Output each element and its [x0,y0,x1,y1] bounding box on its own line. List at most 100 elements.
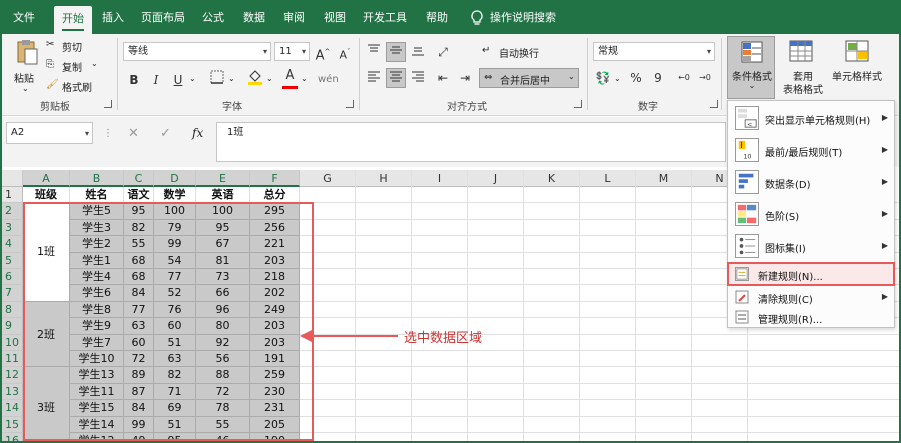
header-cell[interactable]: 班级 [23,187,70,204]
font-color-button[interactable]: A [280,66,300,86]
row-header-6[interactable]: 6 [2,269,23,286]
tab-data[interactable]: 数据 [237,2,271,34]
menu-item-top-bottom-rules[interactable]: 10 最前/最后规则(T) ▶ [728,135,894,165]
tab-view[interactable]: 视图 [318,2,352,34]
tell-me-search[interactable]: 操作说明搜索 [490,2,560,34]
column-header-I[interactable]: I [412,170,468,187]
shrink-font-button[interactable]: Aˇ [335,42,355,62]
column-header-E[interactable]: E [196,170,250,187]
menu-item-icon-sets[interactable]: 图标集(I) ▶ [728,231,894,261]
grow-font-button[interactable]: A^ [313,42,333,63]
clipboard-launcher-icon[interactable] [104,100,112,108]
column-header-C[interactable]: C [124,170,154,187]
cell-styles-icon[interactable] [845,40,869,62]
orientation-icon[interactable]: ⤢ [433,42,453,62]
row-header-4[interactable]: 4 [2,236,23,253]
tab-page-layout[interactable]: 页面布局 [136,2,190,34]
decrease-indent-icon[interactable]: ⇤ [433,68,453,88]
format-as-table-label-2[interactable]: 表格格式 [783,81,823,96]
enter-icon[interactable]: ✓ [160,126,171,141]
number-format-select[interactable]: 常规 ▾ [593,42,715,61]
wrap-text-button[interactable]: 自动换行 [499,45,539,60]
row-header-3[interactable]: 3 [2,219,23,237]
align-bottom-icon[interactable] [408,42,428,62]
header-cell[interactable]: 英语 [196,187,250,204]
row-header-1[interactable]: 1 [2,187,23,204]
comma-style-button[interactable]: 9 [648,68,668,88]
header-cell[interactable]: 姓名 [70,187,124,204]
tab-formulas[interactable]: 公式 [196,2,230,34]
column-header-D[interactable]: D [154,170,196,187]
row-header-2[interactable]: 2 [2,203,23,220]
header-cell[interactable]: 数学 [154,187,196,204]
align-middle-icon[interactable] [386,42,406,62]
align-left-icon[interactable] [364,68,384,88]
phonetic-icon[interactable]: wén [318,74,339,85]
name-box[interactable]: A2 ▾ [6,122,93,144]
format-painter-button[interactable]: 格式刷 [62,79,92,94]
percent-button[interactable]: % [626,68,646,88]
paste-dropdown-icon[interactable]: ⌄ [22,84,29,93]
row-header-8[interactable]: 8 [2,301,23,319]
tab-file[interactable]: 文件 [4,2,44,34]
align-right-icon[interactable] [408,68,428,88]
row-header-15[interactable]: 15 [2,416,23,433]
align-top-icon[interactable] [364,42,384,62]
menu-item-color-scales[interactable]: 色阶(S) ▶ [728,199,894,229]
font-launcher-icon[interactable] [346,100,354,108]
menu-item-data-bars[interactable]: 数据条(D) ▶ [728,167,894,197]
paste-button[interactable]: 粘贴 [14,70,34,85]
tab-help[interactable]: 帮助 [420,2,454,34]
row-header-13[interactable]: 13 [2,383,23,401]
font-color-dropdown-icon[interactable]: ⌄ [301,74,308,83]
column-header-H[interactable]: H [356,170,412,187]
column-header-F[interactable]: F [250,170,300,187]
menu-item-highlight-rules[interactable]: < 突出显示单元格规则(H) ▶ [728,103,894,133]
tab-home[interactable]: 开始 [54,6,92,34]
column-header-G[interactable]: G [300,170,356,187]
tab-review[interactable]: 审阅 [277,2,311,34]
format-as-table-icon[interactable] [789,40,813,62]
column-header-K[interactable]: K [524,170,580,187]
fill-color-dropdown-icon[interactable]: ⌄ [266,74,273,83]
paste-icon[interactable] [14,38,40,68]
formula-input[interactable]: 1班 [216,122,726,162]
row-header-16[interactable]: 16 [2,433,23,441]
tab-insert[interactable]: 插入 [96,2,130,34]
copy-button[interactable]: 复制 [62,59,82,74]
underline-dropdown-icon[interactable]: ⌄ [189,74,196,83]
tab-developer[interactable]: 开发工具 [358,2,412,34]
bold-button[interactable]: B [124,70,144,90]
header-cell[interactable]: 总分 [250,187,300,204]
cut-button[interactable]: 剪切 [62,39,82,54]
copy-dropdown-icon[interactable]: ⌄ [91,59,98,68]
menu-item-new-rule[interactable]: 新建规则(N)... [727,262,895,286]
number-launcher-icon[interactable] [710,100,718,108]
cell-styles-button[interactable]: 单元格样式 [832,68,882,83]
decrease-decimal-icon[interactable]: →0 [695,68,715,88]
alignment-launcher-icon[interactable] [574,100,582,108]
row-header-10[interactable]: 10 [2,334,23,351]
borders-icon[interactable] [207,70,227,90]
accounting-format-icon[interactable]: 💱 [593,68,613,88]
column-header-B[interactable]: B [70,170,124,187]
borders-dropdown-icon[interactable]: ⌄ [228,74,235,83]
row-header-11[interactable]: 11 [2,351,23,368]
fill-color-icon[interactable] [245,68,265,88]
row-header-14[interactable]: 14 [2,400,23,417]
font-name-input[interactable]: 等线 ▾ [123,42,271,61]
menu-item-clear-rules[interactable]: 清除规则(C) ▶ [728,287,894,307]
increase-indent-icon[interactable]: ⇥ [455,68,475,88]
align-center-icon[interactable] [386,68,406,88]
header-cell[interactable]: 语文 [124,187,154,204]
row-header-9[interactable]: 9 [2,318,23,335]
merge-center-button[interactable]: ⇔ 合并后居中 ⌄ [479,68,579,88]
row-header-5[interactable]: 5 [2,252,23,269]
font-size-input[interactable]: 11 ▾ [274,42,310,61]
italic-button[interactable]: I [146,70,166,90]
column-header-A[interactable]: A [23,170,70,187]
cancel-icon[interactable]: ✕ [128,126,139,141]
column-header-M[interactable]: M [636,170,692,187]
column-header-L[interactable]: L [580,170,636,187]
row-header-7[interactable]: 7 [2,285,23,302]
